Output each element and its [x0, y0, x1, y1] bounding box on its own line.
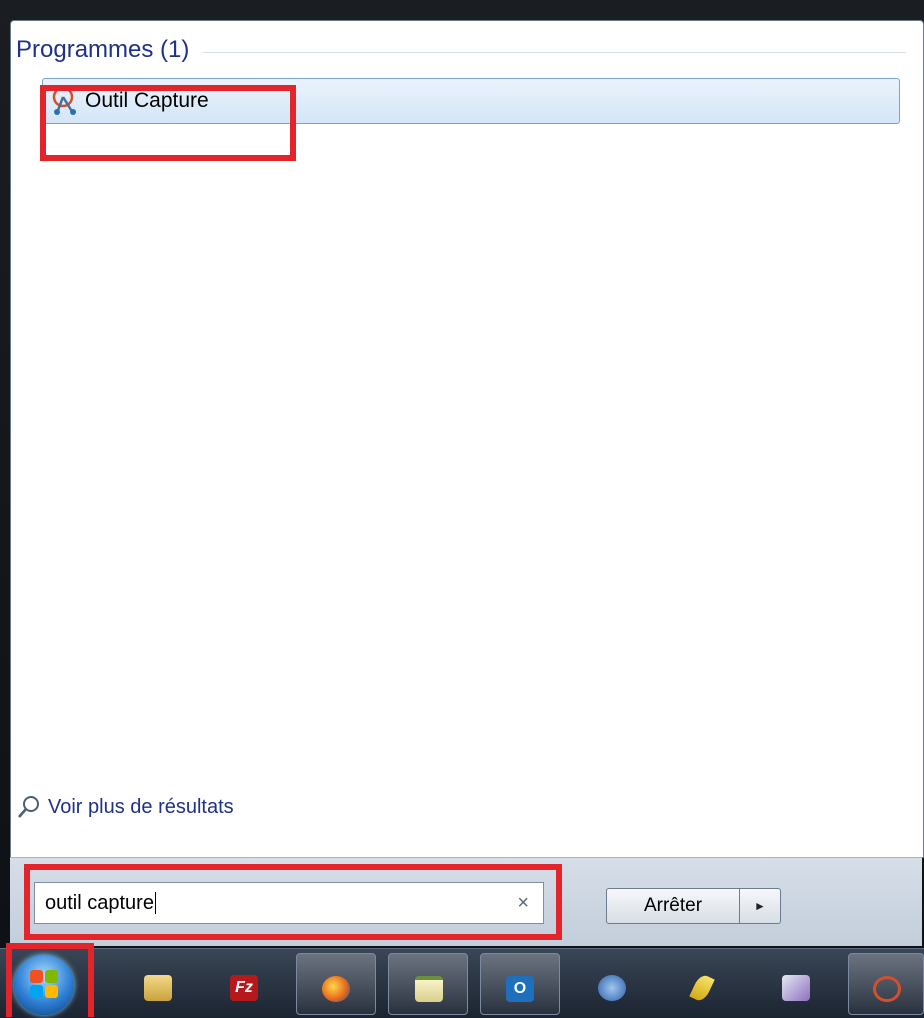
taskbar: Fz O: [0, 948, 924, 1018]
filezilla-icon: Fz: [230, 975, 258, 1001]
taskbar-item-paint-app[interactable]: [756, 953, 836, 1015]
taskbar-item-outlook[interactable]: O: [480, 953, 560, 1015]
section-title: Programmes (1): [16, 36, 190, 63]
paint-icon: [782, 975, 810, 1001]
shutdown-button[interactable]: Arrêter: [606, 888, 740, 924]
snipping-tool-icon: [873, 976, 901, 1002]
security-shield-icon: [598, 975, 626, 1001]
see-more-label: Voir plus de résultats: [48, 795, 234, 818]
outlook-icon: O: [506, 976, 534, 1002]
taskbar-item-snipping-tool[interactable]: [848, 953, 924, 1015]
see-more-results-link[interactable]: Voir plus de résultats: [16, 794, 234, 820]
taskbar-item-feather-app[interactable]: [664, 953, 744, 1015]
firefox-icon: [322, 976, 350, 1002]
taskbar-item-firefox[interactable]: [296, 953, 376, 1015]
highlight-start-button: [6, 943, 94, 1017]
programs-section-header: Programmes (1): [16, 36, 906, 64]
section-divider: [203, 51, 906, 53]
shutdown-options-arrow-icon[interactable]: ►: [740, 888, 781, 924]
highlight-result-item: [40, 85, 296, 161]
folder-icon: [144, 975, 172, 1001]
taskbar-item-notepad[interactable]: [388, 953, 468, 1015]
feather-icon: [689, 972, 715, 1004]
taskbar-item-filezilla[interactable]: Fz: [204, 953, 284, 1015]
search-icon: [18, 796, 39, 818]
highlight-search-box: [24, 864, 562, 940]
shutdown-control: Arrêter ►: [606, 888, 781, 924]
notepad-icon: [415, 976, 443, 1002]
taskbar-item-security-app[interactable]: [572, 953, 652, 1015]
taskbar-item-file-explorer[interactable]: [118, 953, 198, 1015]
